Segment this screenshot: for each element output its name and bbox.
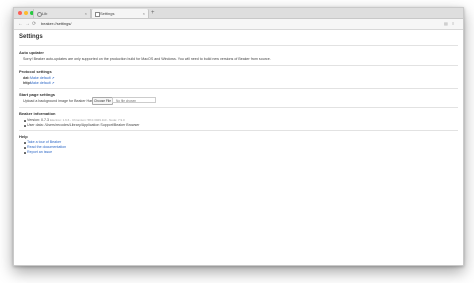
protocol-dat-label: dat: [23,76,30,80]
divider [19,107,458,108]
divider [19,130,458,131]
more-icon[interactable]: ≡ [452,19,454,29]
divider [19,65,458,66]
tab-settings[interactable]: Settings × [91,9,149,18]
version-row: Version: 0.7.3 Electron: 1.6.6 - Chromiu… [27,118,125,122]
new-tab-button[interactable]: + [151,8,155,18]
close-tab-icon[interactable]: × [143,9,145,18]
version-detail: Electron: 1.6.6 - Chromium: 58.0.3029.11… [50,118,125,122]
browser-window: Lib × Settings × + ← → ⟳ beaker://settin… [13,7,464,266]
divider [19,45,458,46]
version-label: Version: [27,118,40,122]
protocol-heading: Protocol settings [19,69,52,74]
minimize-window-button[interactable] [24,11,28,15]
tour-link[interactable]: Take a tour of Beaker [27,140,61,144]
url-input[interactable]: beaker://settings/ [41,21,141,27]
user-data-row: User data: /Users/recodes/Library/Applic… [27,123,139,127]
bullet [24,147,26,149]
help-heading: Help [19,134,28,139]
tab-library[interactable]: Lib × [33,9,91,18]
bullet [24,152,26,154]
user-data-label: User data: [27,123,44,127]
version-value: 0.7.3 [41,118,49,122]
documentation-link[interactable]: Read the documentation [27,145,66,149]
tab-label: Lib [42,11,48,16]
make-default-http-link[interactable]: Make default ⇗ [30,81,55,85]
report-issue-link[interactable]: Report an issue [27,150,52,154]
bullet [24,120,26,122]
start-page-heading: Start page settings [19,92,56,97]
user-data-value: /Users/recodes/Library/Application Suppo… [44,123,140,127]
menu-icon[interactable]: ▤ [444,19,448,29]
close-window-button[interactable] [18,11,22,15]
beaker-info-heading: Beaker information [19,111,56,116]
background-upload-label: Upload a background image for Beaker Has… [23,99,95,103]
close-tab-icon[interactable]: × [85,9,87,18]
auto-updater-text: Sorry! Beaker auto-updates are only supp… [23,57,271,61]
auto-updater-heading: Auto updater [19,50,44,55]
back-button[interactable]: ← [18,19,23,29]
settings-page: Settings Auto updater Sorry! Beaker auto… [14,30,463,265]
navigation-bar: ← → ⟳ beaker://settings/ ▤ ≡ [14,19,463,30]
page-icon [95,12,100,17]
tab-label: Settings [100,11,115,16]
divider [19,88,458,89]
page-title: Settings [19,34,43,40]
tab-bar: Lib × Settings × + [14,8,463,19]
globe-icon [37,12,42,17]
file-input[interactable]: No file chosen [112,97,156,103]
bullet [24,125,26,127]
bullet [24,142,26,144]
forward-button[interactable]: → [25,19,30,29]
make-default-dat-link[interactable]: Make default ⇗ [30,76,55,80]
reload-button[interactable]: ⟳ [32,19,36,29]
choose-file-button[interactable]: Choose File [92,97,113,105]
